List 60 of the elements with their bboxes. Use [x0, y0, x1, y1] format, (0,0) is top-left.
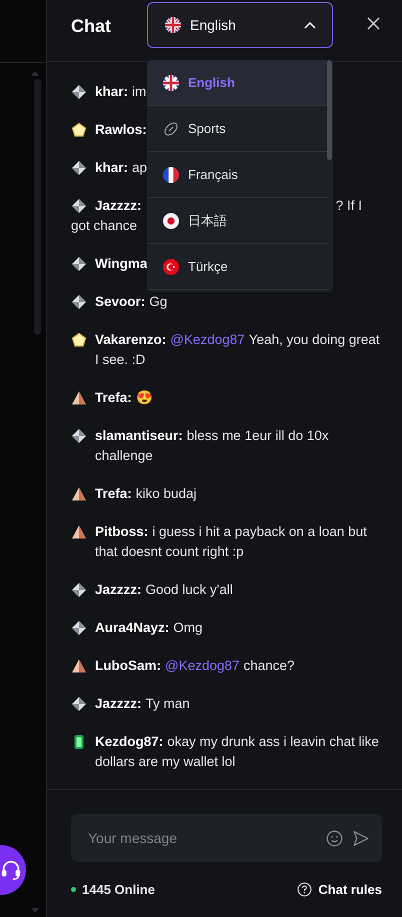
- language-select[interactable]: English: [147, 2, 333, 48]
- pentagon-icon: [71, 332, 87, 348]
- chat-message: LuboSam: @Kezdog87 chance?: [95, 657, 295, 675]
- language-option[interactable]: English: [147, 60, 327, 106]
- chat-message: Kezdog87: okay my drunk ass i leavin chat like dollars are my wallet lol: [95, 733, 380, 771]
- chat-message: Aura4Nayz: Omg: [95, 619, 203, 637]
- scrollbar[interactable]: [34, 79, 41, 335]
- diamond-icon: [71, 582, 87, 598]
- emoji-icon[interactable]: [326, 830, 343, 846]
- flag-icon: [163, 212, 179, 228]
- diamond-icon: [71, 294, 87, 310]
- diamond-icon: [71, 428, 87, 444]
- chat-message: khar: im: [95, 83, 146, 101]
- pentagon-icon: [71, 122, 87, 138]
- chat-message: Jazzzz: Good luck y'all: [95, 581, 233, 599]
- diamond-icon: [71, 198, 87, 214]
- message-text: ? If I: [336, 197, 363, 215]
- diamond-icon: [71, 696, 87, 712]
- message-composer[interactable]: Your message: [71, 814, 382, 862]
- chat-message: Vakarenzo: @Kezdog87 Yeah, you doing great I see. :D: [95, 331, 381, 369]
- chat-message: Wingma: [95, 255, 148, 273]
- mention-link[interactable]: @Kezdog87: [170, 332, 245, 347]
- chat-message: Trefa: 😍: [95, 389, 153, 407]
- chat-message: khar: ap: [95, 159, 148, 177]
- chat-message: Jazzzz:: [95, 197, 142, 215]
- chat-message: Sevoor: Gg: [95, 293, 168, 311]
- menu-scrollbar[interactable]: [327, 60, 332, 160]
- diamond-icon: [71, 620, 87, 636]
- message-field[interactable]: Your message: [88, 814, 317, 862]
- mention-link[interactable]: @Kezdog87: [165, 658, 240, 673]
- language-option[interactable]: Français: [147, 152, 327, 198]
- chat-message: Jazzzz: Ty man: [95, 695, 190, 713]
- pyramid-icon: [71, 486, 87, 502]
- message-text: got chance: [71, 218, 138, 233]
- diamond-icon: [71, 84, 87, 100]
- diamond-icon: [71, 256, 87, 272]
- online-count: 1445 Online: [82, 882, 155, 897]
- chevron-icon: [304, 21, 316, 29]
- chat-message: slamantiseur: bless me 1eur ill do 10x challenge: [95, 427, 330, 465]
- language-option[interactable]: 日本語: [147, 198, 327, 244]
- flag-icon: [163, 166, 179, 182]
- football-icon: [163, 120, 179, 136]
- chat-message: Rawlos:: [95, 121, 147, 139]
- send-icon[interactable]: [352, 830, 370, 846]
- chat-title: Chat: [71, 16, 112, 37]
- chat-message: Pitboss: i guess i hit a payback on a loan but that doesnt count right :p: [95, 523, 368, 561]
- flag-icon: [163, 74, 179, 90]
- language-option[interactable]: Türkçe: [147, 244, 327, 290]
- close-icon[interactable]: [367, 17, 380, 30]
- help-icon: [297, 882, 312, 897]
- flag-icon: [165, 17, 181, 33]
- online-dot: [71, 887, 76, 892]
- headset-icon: [0, 859, 22, 881]
- pyramid-icon: [71, 658, 87, 674]
- pyramid-icon: [71, 524, 87, 540]
- pyramid-icon: [71, 390, 87, 406]
- flag-icon: [163, 258, 179, 274]
- chat-message: Trefa: kiko budaj: [95, 485, 197, 503]
- chat-rules-link[interactable]: Chat rules: [297, 882, 382, 897]
- diamond-icon: [71, 160, 87, 176]
